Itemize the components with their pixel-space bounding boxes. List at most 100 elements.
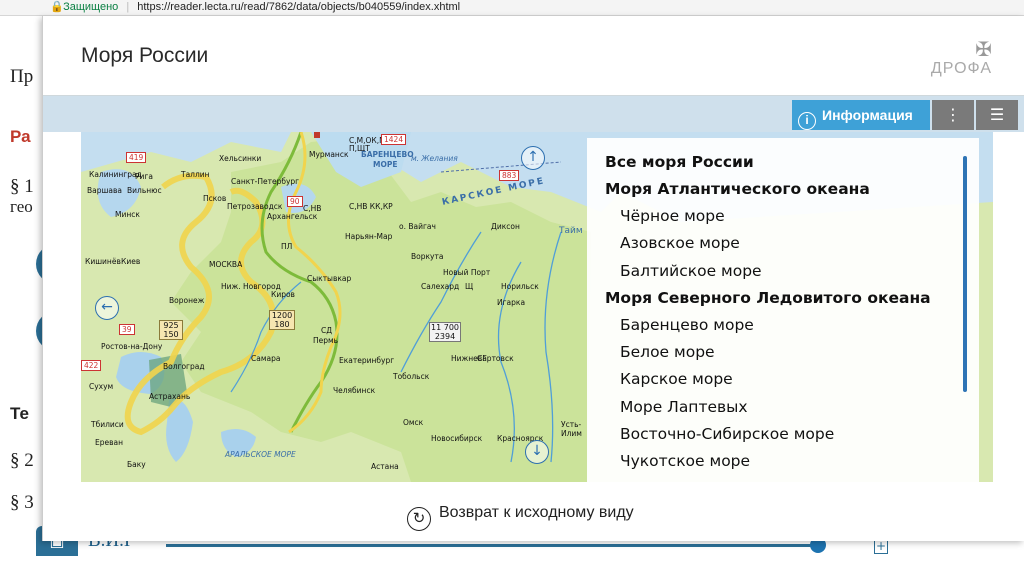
map-value-box-bottom: 150	[163, 330, 179, 339]
modal-header: Моря России ✠ ДРОФА	[43, 16, 1024, 96]
map-value: 419	[126, 152, 147, 163]
map-city-label: Самара	[251, 354, 281, 363]
map-sea-label: Тайм	[559, 226, 583, 236]
map-label: СД	[321, 326, 333, 335]
map-label: С,НВ КК,КР	[349, 202, 393, 211]
map-city-label: Волгоград	[163, 362, 205, 371]
list-item[interactable]: Азовское море	[587, 230, 979, 257]
map-city-label: МОСКВА	[209, 260, 243, 269]
list-item[interactable]: Море Лаптевых	[587, 394, 979, 421]
map-value: 39	[119, 324, 135, 335]
list-top-padding	[587, 138, 979, 149]
map-city-label: Пермь	[313, 336, 339, 345]
bg-section-1-cont: гео	[10, 197, 33, 216]
map-city-label: Хельсинки	[219, 154, 262, 163]
map-city-label: Тбилиси	[91, 420, 124, 429]
logo-text: ДРОФА	[930, 60, 992, 77]
map-nav-up-button[interactable]: ↑	[521, 146, 545, 170]
map-city-label: Новосибирск	[431, 434, 483, 443]
map-city-label: Псков	[203, 194, 227, 203]
map-city-label: Ростов-на-Дону	[101, 342, 163, 351]
info-icon: i	[798, 112, 816, 130]
map-city-label: Киров	[271, 290, 295, 299]
list-scrollbar[interactable]	[963, 156, 967, 392]
list-group-arctic[interactable]: Моря Северного Ледовитого океана	[587, 285, 979, 312]
map-city-label: Вильнюс	[127, 186, 162, 195]
list-item[interactable]: Карское море	[587, 366, 979, 393]
list-item-all-seas[interactable]: Все моря России	[587, 149, 979, 176]
bg-text-line: Пр	[10, 66, 34, 87]
publisher-logo: ✠ ДРОФА	[912, 38, 992, 88]
map-city-label: Мурманск	[309, 150, 349, 159]
map-city-label: Варшава	[87, 186, 122, 195]
url-text[interactable]: https://reader.lecta.ru/read/7862/data/o…	[137, 1, 460, 13]
list-icon: ☰	[989, 105, 1005, 124]
map-city-label: Сухум	[89, 382, 114, 391]
map-nav-left-button[interactable]: ←	[95, 296, 119, 320]
map-city-label: Воркута	[411, 252, 444, 261]
map-value-box-bottom: 180	[274, 320, 290, 329]
map-value: 422	[81, 360, 102, 371]
list-item[interactable]: Баренцево море	[587, 312, 979, 339]
map-city-label: Тобольск	[393, 372, 430, 381]
map-city-label: Астана	[371, 462, 399, 471]
map-city-label: Воронеж	[169, 296, 205, 305]
map-city-label: Екатеринбург	[339, 356, 395, 365]
map-city-label: Сыктывкар	[307, 274, 352, 283]
reset-icon: ↻	[407, 507, 431, 531]
map-city-label: Салехард	[421, 282, 460, 291]
map-label: ПЛ	[281, 242, 293, 251]
map-label: СГ	[477, 354, 487, 363]
map-city-label: Челябинск	[333, 386, 376, 395]
map-city-label: Киев	[121, 257, 141, 266]
map-value: 90	[287, 196, 303, 207]
map-value-box: 11 700 2394	[429, 322, 461, 342]
info-button[interactable]: i Информация	[792, 100, 930, 130]
map-sea-label: БАРЕНЦЕВО	[361, 150, 414, 159]
bg-red-heading: Ра	[10, 127, 31, 146]
list-item[interactable]: Восточно-Сибирское море	[587, 421, 979, 448]
list-item[interactable]: Балтийское море	[587, 258, 979, 285]
list-item[interactable]: Чукотское море	[587, 448, 979, 475]
map-sea-label: АРАЛЬСКОЕ МОРЕ	[225, 450, 296, 459]
map-city-label: Кишинёв	[85, 257, 121, 266]
tree-icon: ⋮	[945, 105, 961, 124]
reset-view-button[interactable]: ↻ Возврат к исходному виду	[407, 499, 634, 531]
map-city-label: Нарьян-Мар	[345, 232, 393, 241]
seas-list-panel[interactable]: Все моря России Моря Атлантического океа…	[587, 138, 979, 482]
map-city-label: Ереван	[95, 438, 124, 447]
map-value-box: 925 150	[159, 320, 183, 340]
map-city-label: Норильск	[501, 282, 539, 291]
address-bar[interactable]: 🔒 Защищено | https://reader.lecta.ru/rea…	[0, 0, 1024, 16]
bg-section-2[interactable]: § 2	[10, 450, 34, 472]
lock-icon: 🔒	[50, 1, 64, 13]
map-content: 419 С,М,ОК,М П,ЩТ 1424 м. Желания БАРЕНЦ…	[81, 132, 993, 482]
address-separator: |	[126, 1, 130, 13]
map-nav-down-button[interactable]: ↓	[525, 440, 549, 464]
secure-label: Защищено	[63, 1, 119, 13]
map-value: 1424	[381, 134, 407, 145]
list-item[interactable]: Белое море	[587, 339, 979, 366]
reset-view-label: Возврат к исходному виду	[439, 504, 634, 521]
map-city-label: Диксон	[491, 222, 520, 231]
arrow-up-icon: ↑	[527, 149, 539, 165]
list-item[interactable]: Чёрное море	[587, 203, 979, 230]
bg-section-1[interactable]: § 1	[10, 176, 34, 198]
bg-bold-heading: Те	[10, 404, 29, 423]
map-modal: Моря России ✠ ДРОФА i Информация ⋮ ☰ 419…	[42, 16, 1024, 541]
progress-track[interactable]	[166, 544, 816, 547]
tree-view-button[interactable]: ⋮	[932, 100, 974, 130]
arrow-left-icon: ←	[101, 299, 113, 315]
map-value-box-top: 1200	[271, 311, 293, 320]
map-city-label: Омск	[403, 418, 424, 427]
map-city-label: Астрахань	[149, 392, 191, 401]
map-label: Щ	[465, 282, 474, 291]
map-label: о. Вайгач	[399, 222, 436, 231]
bg-section-3[interactable]: § 3	[10, 492, 34, 514]
map-city-label: Архангельск	[267, 212, 318, 221]
list-view-button[interactable]: ☰	[976, 100, 1018, 130]
list-group-atlantic[interactable]: Моря Атлантического океана	[587, 176, 979, 203]
logo-bird-icon: ✠	[975, 37, 992, 61]
map-city-label: Петрозаводск	[227, 202, 283, 211]
map-city-label: Новый Порт	[443, 268, 491, 277]
